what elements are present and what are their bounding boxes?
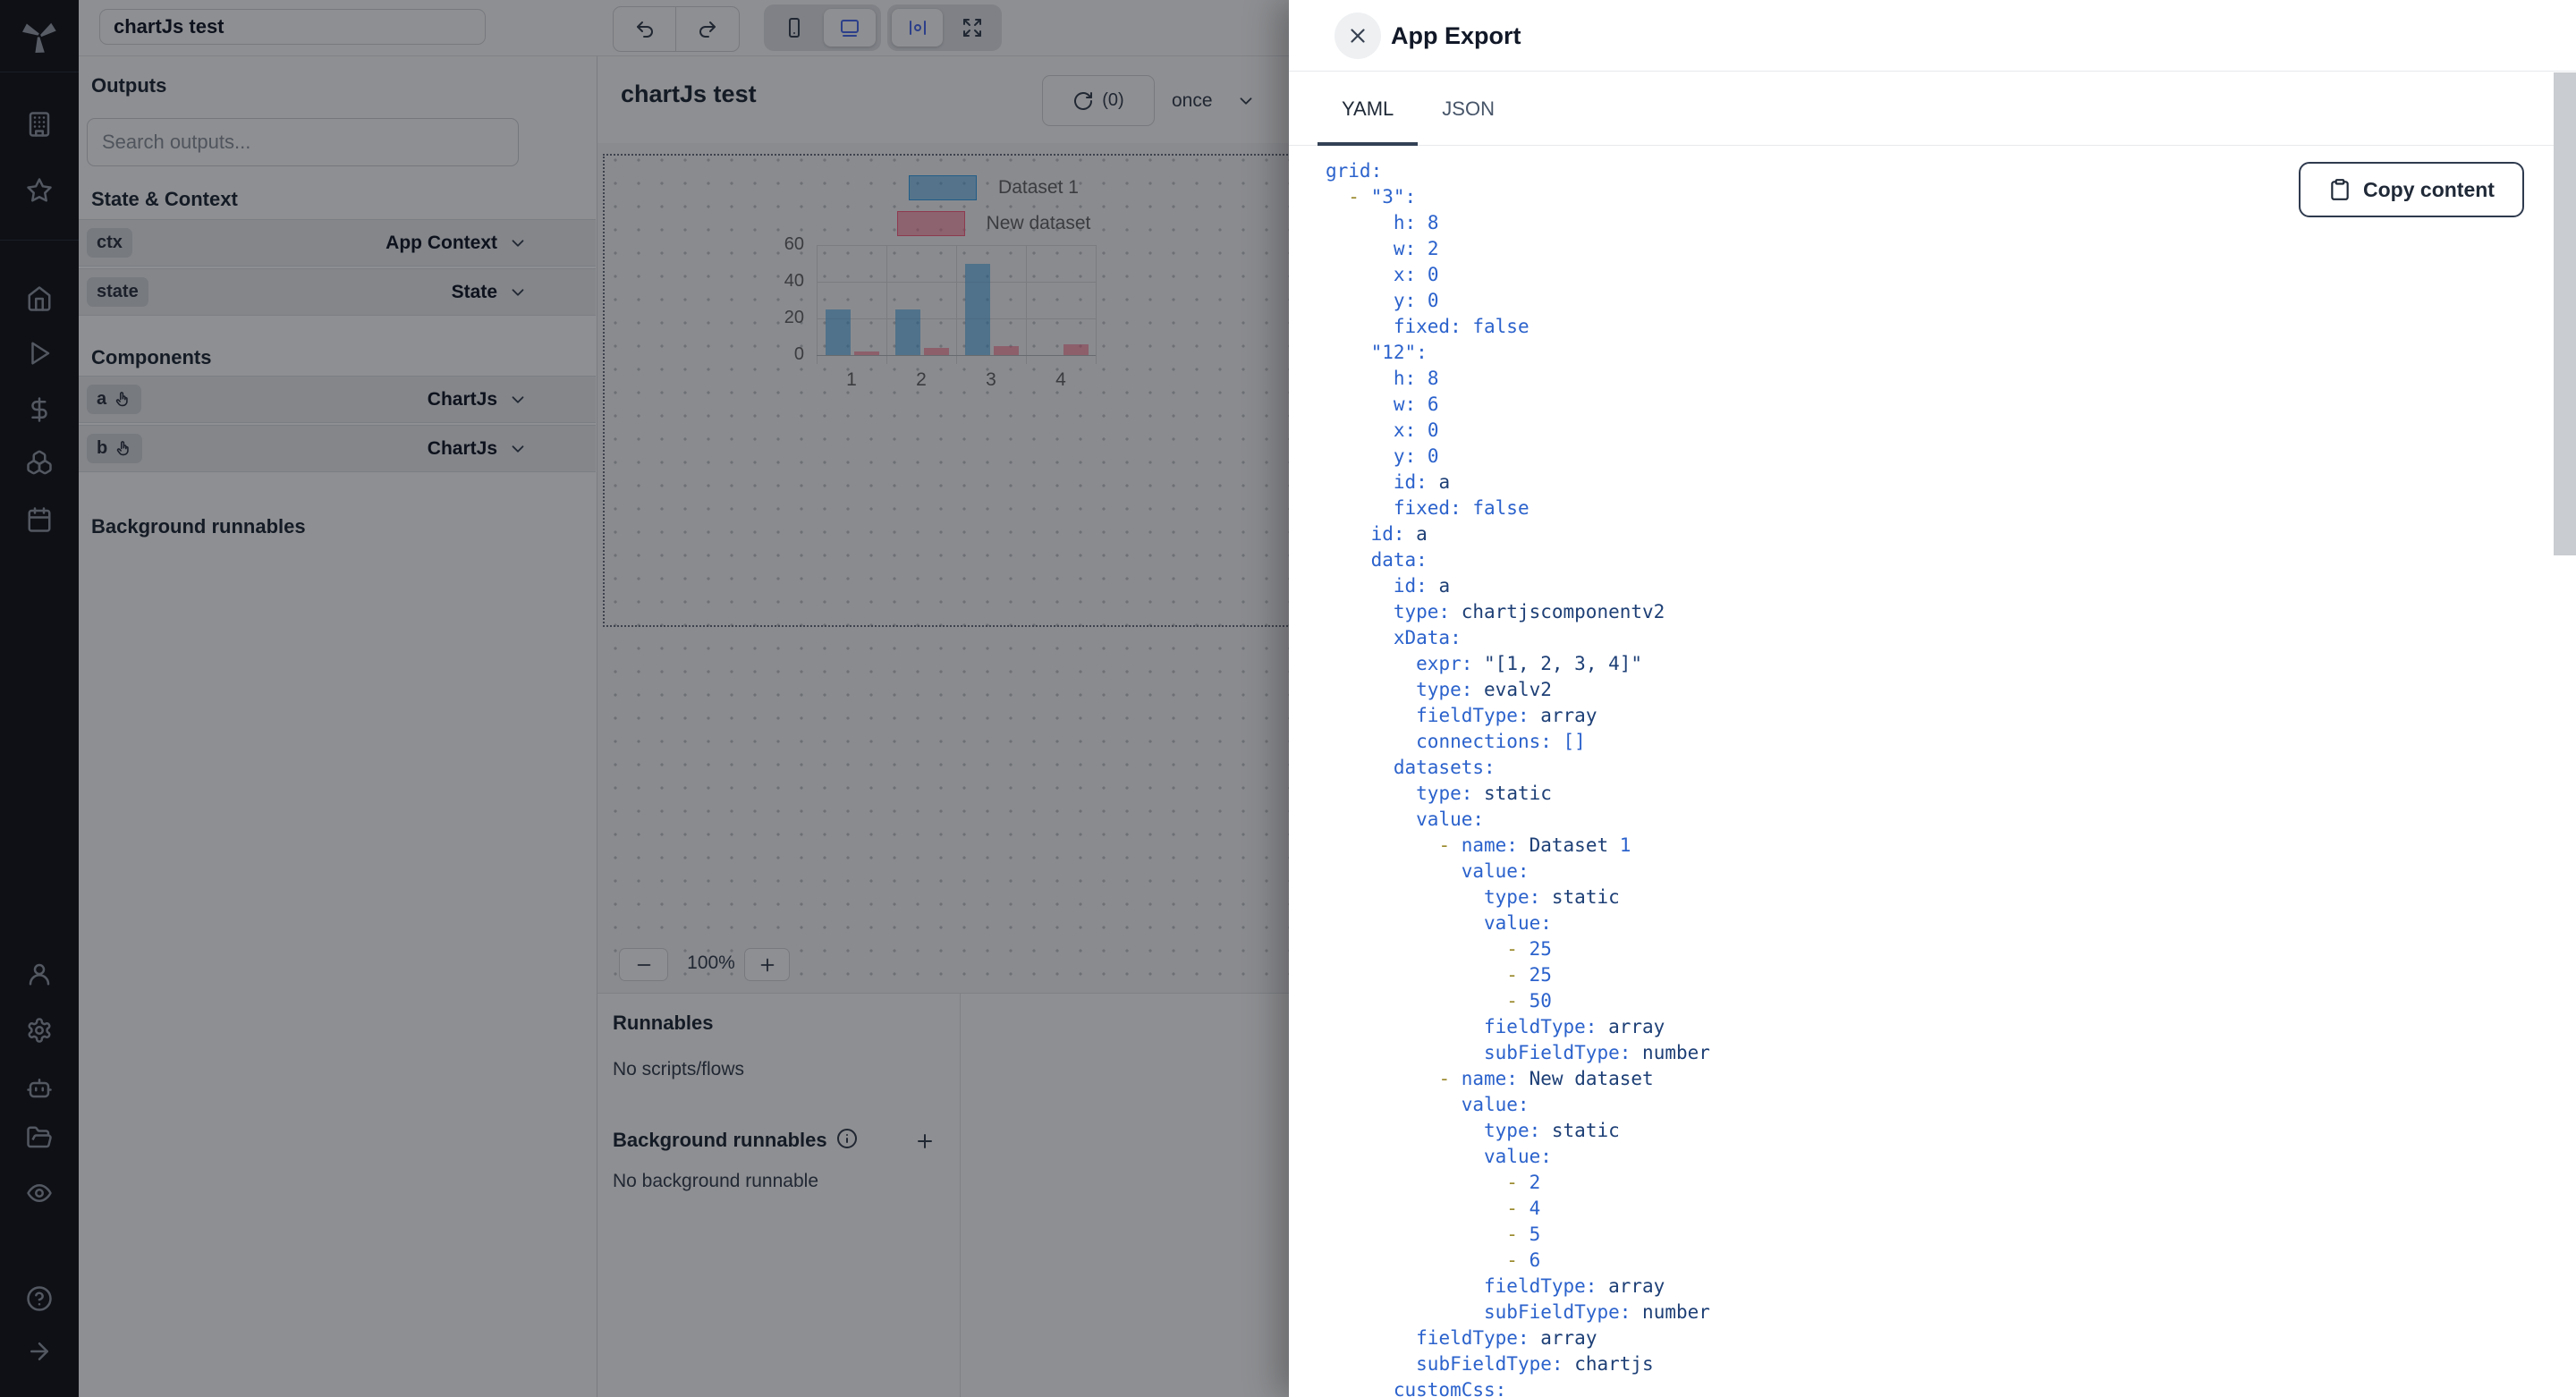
drawer-title: App Export <box>1391 21 1521 49</box>
yaml-code-view[interactable]: grid: - "3": h: 8 w: 2 x: 0 y: 0 fixed: … <box>1289 146 2523 1397</box>
app-export-drawer: App Export YAML JSON grid: - "3": h: 8 w:… <box>1289 0 2576 1397</box>
drawer-header: App Export <box>1289 0 2576 72</box>
app-root: Outputs State & Context ctxApp Contextst… <box>0 0 2576 1397</box>
close-button[interactable] <box>1335 13 1381 59</box>
clipboard-icon <box>2331 179 2349 200</box>
copy-content-label: Copy content <box>2363 177 2495 201</box>
tab-yaml[interactable]: YAML <box>1318 72 1419 146</box>
tab-json[interactable]: JSON <box>1418 72 1519 142</box>
close-icon <box>1351 29 1365 43</box>
drawer-scrollbar-thumb[interactable] <box>2554 72 2576 555</box>
export-format-tabs: YAML JSON <box>1289 72 2576 146</box>
copy-content-button[interactable]: Copy content <box>2299 162 2524 217</box>
